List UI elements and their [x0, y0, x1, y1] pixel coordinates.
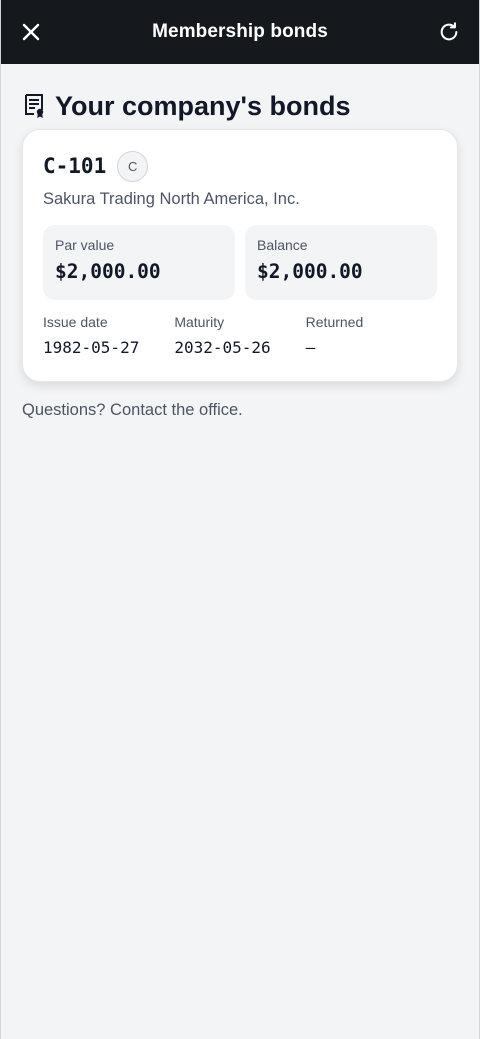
par-value-box: Par value $2,000.00: [43, 225, 235, 300]
returned-value: —: [305, 338, 316, 357]
close-icon: [22, 23, 40, 41]
document-certificate-icon: [24, 93, 46, 119]
contact-note: Questions? Contact the office.: [22, 401, 243, 419]
returned-field: Returned —: [306, 314, 437, 357]
issue-date-field: Issue date 1982-05-27: [43, 314, 174, 357]
returned-label: Returned: [305, 314, 364, 330]
bond-code: C-101: [43, 154, 107, 178]
section-header: Your company's bonds: [24, 88, 458, 124]
maturity-field: Maturity 2032-05-26: [174, 314, 305, 357]
bond-header: C-101 C: [43, 150, 437, 182]
refresh-button[interactable]: [429, 12, 469, 52]
refresh-icon: [440, 22, 458, 41]
close-button[interactable]: [11, 12, 51, 52]
bond-card: C-101 C Sakura Trading North America, In…: [22, 129, 458, 382]
bond-class-badge: C: [117, 150, 149, 182]
bond-dates: Issue date 1982-05-27 Maturity 2032-05-2…: [43, 314, 437, 357]
page-title: Membership bonds: [152, 21, 328, 42]
par-value-amount: $2,000.00: [55, 260, 161, 283]
issue-date-label: Issue date: [43, 314, 108, 330]
company-name: Sakura Trading North America, Inc.: [43, 190, 300, 208]
maturity-value: 2032-05-26: [174, 338, 271, 357]
main-content: Your company's bonds C-101 C Sakura Trad…: [1, 64, 479, 420]
par-value-label: Par value: [55, 237, 115, 253]
section-title: Your company's bonds: [55, 90, 351, 121]
maturity-label: Maturity: [174, 314, 225, 330]
app-frame: Membership bonds Your company's bonds C-…: [0, 0, 480, 1039]
top-bar: Membership bonds: [1, 0, 479, 64]
balance-label: Balance: [257, 237, 308, 253]
balance-box: Balance $2,000.00: [245, 225, 437, 300]
issue-date-value: 1982-05-27: [43, 338, 140, 357]
balance-amount: $2,000.00: [257, 260, 363, 283]
bond-values: Par value $2,000.00 Balance $2,000.00: [43, 225, 437, 300]
